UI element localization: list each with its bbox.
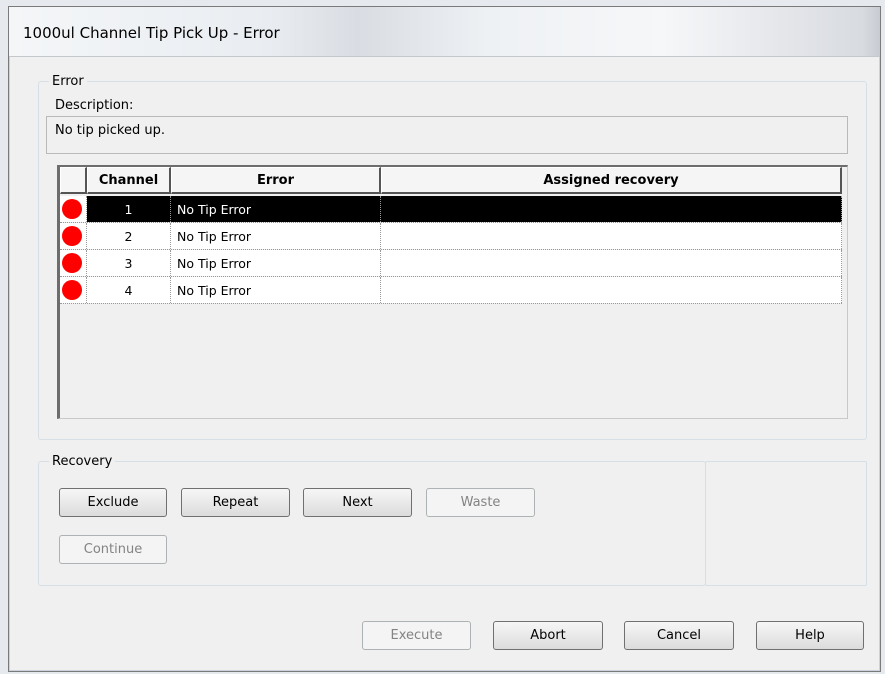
title-bar[interactable]: 1000ul Channel Tip Pick Up - Error — [9, 7, 880, 57]
cell-error[interactable]: No Tip Error — [171, 223, 381, 249]
column-header-channel[interactable]: Channel — [87, 167, 171, 194]
cell-assigned-recovery[interactable] — [381, 250, 842, 276]
cell-error[interactable]: No Tip Error — [171, 250, 381, 276]
description-value: No tip picked up. — [55, 123, 165, 138]
cancel-button[interactable]: Cancel — [624, 621, 734, 650]
table-row[interactable]: 4 No Tip Error — [60, 277, 842, 304]
recovery-side-panel — [705, 461, 867, 586]
table-row[interactable]: 2 No Tip Error — [60, 223, 842, 250]
error-status-icon — [61, 280, 82, 300]
cell-channel[interactable]: 4 — [87, 277, 171, 303]
indicator-column-header — [60, 167, 87, 194]
error-status-icon — [61, 226, 82, 246]
row-indicator — [60, 277, 87, 303]
row-indicator — [60, 250, 87, 276]
abort-button[interactable]: Abort — [493, 621, 603, 650]
description-label: Description: — [55, 98, 134, 113]
table-header: Channel Error Assigned recovery — [60, 167, 842, 194]
recovery-group-legend: Recovery — [49, 454, 116, 469]
error-status-icon — [61, 253, 82, 273]
error-group-legend: Error — [49, 74, 87, 89]
column-header-error[interactable]: Error — [171, 167, 381, 194]
error-table[interactable]: Channel Error Assigned recovery 1 No Tip… — [57, 165, 848, 419]
exclude-button[interactable]: Exclude — [59, 488, 167, 517]
table-row[interactable]: 3 No Tip Error — [60, 250, 842, 277]
continue-button[interactable]: Continue — [59, 535, 167, 564]
error-status-icon — [61, 199, 82, 219]
next-button[interactable]: Next — [303, 488, 412, 517]
execute-button[interactable]: Execute — [362, 621, 471, 650]
window-title: 1000ul Channel Tip Pick Up - Error — [23, 24, 280, 42]
row-indicator — [60, 223, 87, 249]
cell-error[interactable]: No Tip Error — [171, 277, 381, 303]
help-button[interactable]: Help — [756, 621, 864, 650]
cell-channel[interactable]: 2 — [87, 223, 171, 249]
repeat-button[interactable]: Repeat — [181, 488, 290, 517]
recovery-group — [38, 461, 706, 586]
table-row[interactable]: 1 No Tip Error — [60, 196, 842, 223]
row-indicator — [60, 196, 87, 222]
cell-error[interactable]: No Tip Error — [171, 196, 381, 222]
cell-assigned-recovery[interactable] — [381, 223, 842, 249]
cell-assigned-recovery[interactable] — [381, 196, 842, 222]
column-header-assigned-recovery[interactable]: Assigned recovery — [381, 167, 842, 194]
cell-channel[interactable]: 3 — [87, 250, 171, 276]
cell-channel[interactable]: 1 — [87, 196, 171, 222]
waste-button[interactable]: Waste — [426, 488, 535, 517]
description-field: No tip picked up. — [46, 116, 848, 154]
cell-assigned-recovery[interactable] — [381, 277, 842, 303]
